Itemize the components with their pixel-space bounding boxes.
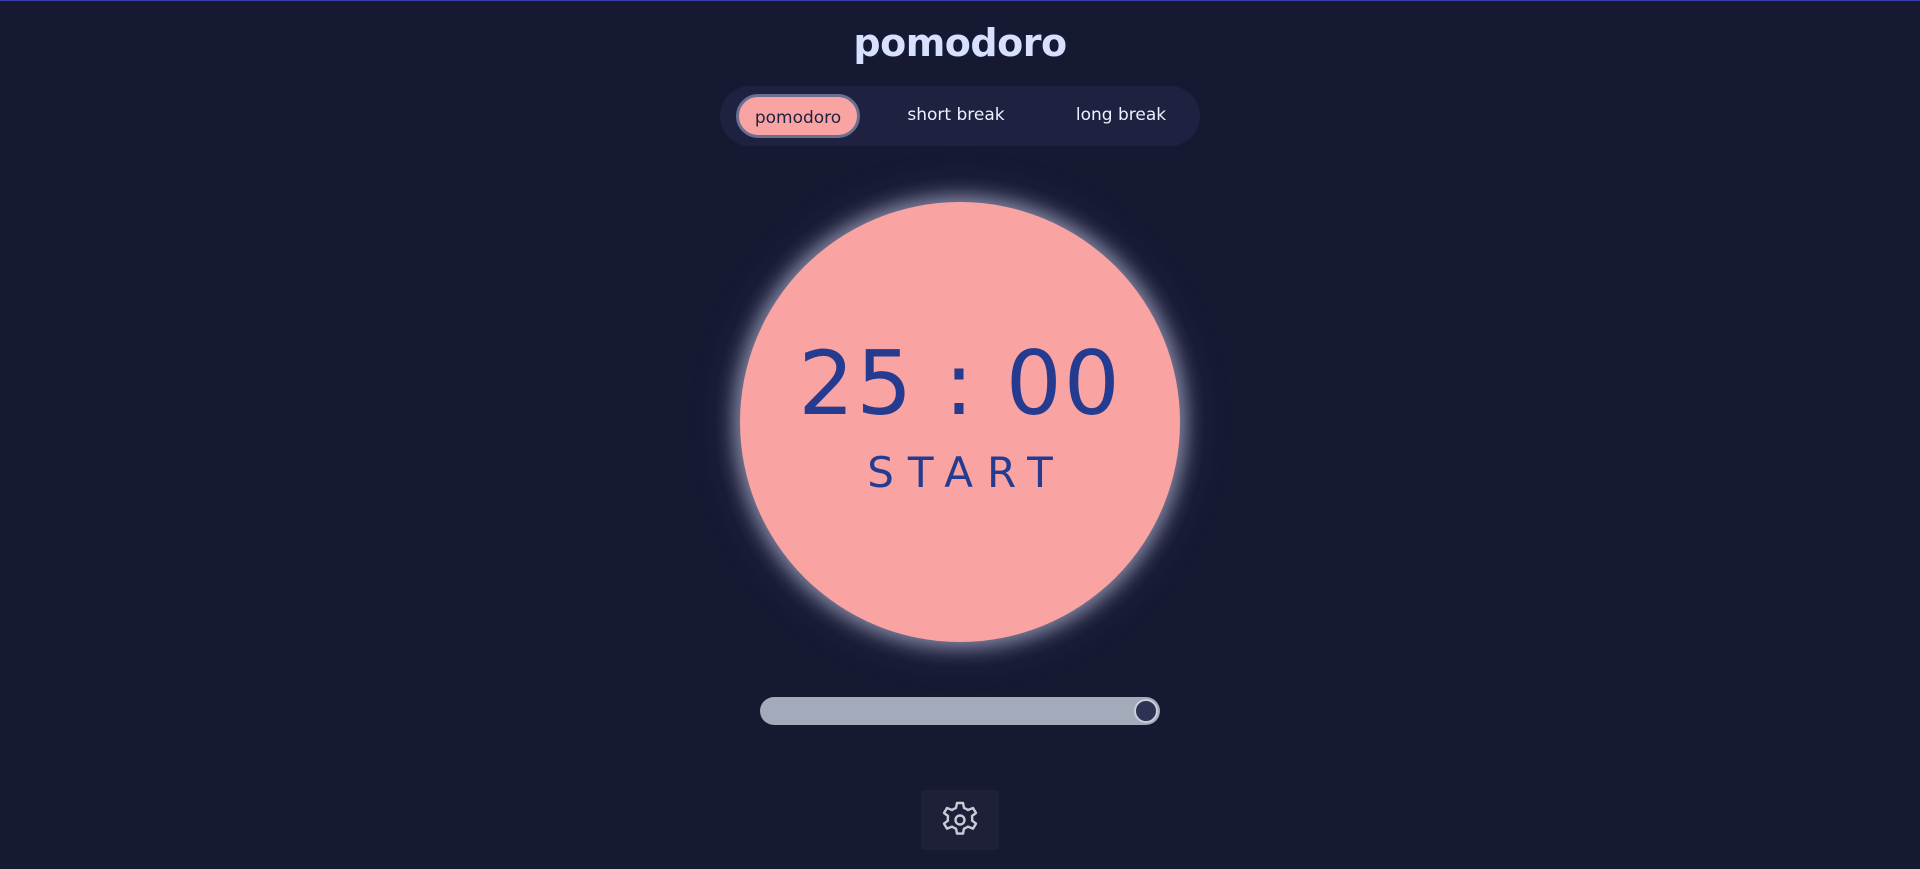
gear-icon	[942, 801, 978, 835]
tab-pomodoro[interactable]: pomodoro	[736, 94, 860, 138]
pomodoro-app: pomodoro pomodoro short break long break…	[0, 0, 1920, 869]
app-title: pomodoro	[853, 21, 1067, 65]
timer-dial[interactable]: 25 : 00 START	[740, 202, 1180, 642]
settings-button[interactable]	[921, 790, 999, 850]
tab-long-break[interactable]: long break	[1056, 94, 1186, 138]
timer-display: 25 : 00	[798, 332, 1122, 435]
progress-slider[interactable]	[760, 697, 1160, 725]
start-button[interactable]: START	[740, 448, 1180, 498]
tab-short-break[interactable]: short break	[886, 94, 1026, 138]
top-border	[0, 0, 1920, 1]
mode-switcher: pomodoro short break long break	[720, 86, 1200, 146]
progress-thumb[interactable]	[1134, 699, 1158, 723]
